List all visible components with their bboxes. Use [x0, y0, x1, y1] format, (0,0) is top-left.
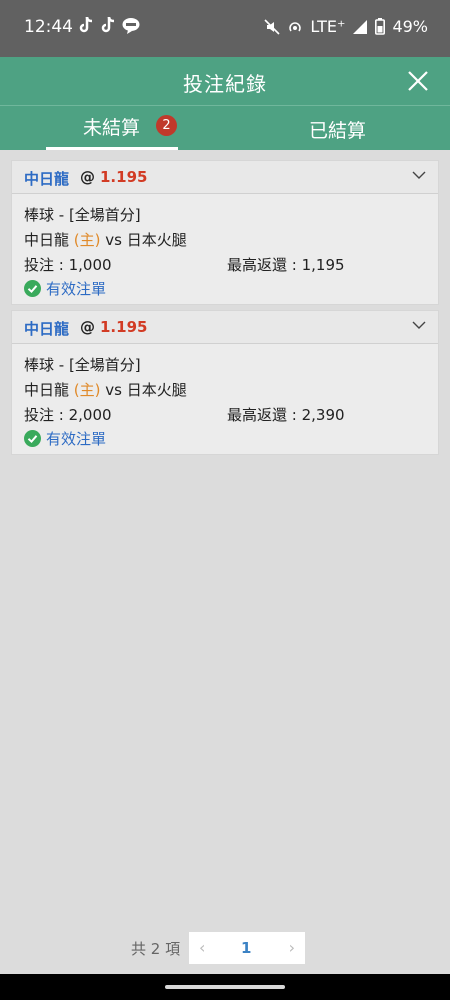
tab-settled-label: 已結算 [309, 120, 367, 142]
bet-status: 有效注單 [24, 428, 106, 449]
bet-match: 中日龍 (主) vs 日本火腿 [24, 379, 187, 400]
away-team: 日本火腿 [126, 381, 187, 399]
status-time: 12:44 [24, 17, 73, 37]
notification-icons [78, 16, 140, 34]
home-tag: (主) [73, 231, 101, 249]
bet-selection: 中日龍 [24, 320, 70, 338]
vs-label: vs [105, 231, 122, 249]
hotspot-icon [289, 21, 302, 31]
home-team: 中日龍 [24, 231, 70, 249]
bet-max-return: 最高返還 : 1,195 [227, 256, 345, 274]
mute-icon [264, 18, 280, 35]
bet-odds: 1.195 [100, 318, 148, 336]
bet-card-header[interactable]: 中日龍 @ 1.195 [12, 311, 438, 344]
home-tag: (主) [73, 381, 101, 399]
home-team: 中日龍 [24, 381, 70, 399]
page-header: 投注紀錄 [0, 57, 450, 105]
page-title: 投注紀錄 [183, 72, 267, 96]
bet-market: 棒球 - [全場首分] [24, 206, 141, 224]
bet-market: 棒球 - [全場首分] [24, 356, 141, 374]
page-selector: ‹ 1 › [189, 932, 305, 964]
tiktok-icon [79, 16, 93, 33]
tab-bar: 未結算 2 已結算 [0, 105, 450, 150]
bet-selection: 中日龍 [24, 170, 70, 188]
signal-icon [353, 19, 368, 34]
at-sign: @ [80, 318, 95, 336]
bet-status-label: 有效注單 [46, 280, 107, 298]
check-circle-icon [24, 280, 41, 297]
close-icon[interactable] [406, 69, 430, 93]
bet-match: 中日龍 (主) vs 日本火腿 [24, 229, 187, 250]
status-bar: 12:44 LTE⁺ 49% [0, 0, 450, 57]
bet-max-return: 最高返還 : 2,390 [227, 406, 345, 424]
vs-label: vs [105, 381, 122, 399]
line-icon [122, 17, 140, 34]
bet-status-label: 有效注單 [46, 430, 107, 448]
bet-card: 中日龍 @ 1.195 棒球 - [全場首分] 中日龍 (主) vs 日本火腿 … [11, 160, 439, 305]
battery-icon [375, 18, 386, 35]
system-nav-bar [0, 974, 450, 1000]
network-type: LTE⁺ [310, 17, 346, 36]
tab-unsettled[interactable]: 未結算 2 [46, 106, 178, 150]
total-count: 共 2 項 [131, 940, 181, 958]
bet-stake: 投注 : 1,000 [24, 256, 112, 274]
bet-odds: 1.195 [100, 168, 148, 186]
count-badge: 2 [156, 115, 177, 136]
chevron-down-icon[interactable] [412, 170, 426, 180]
bet-stake: 投注 : 2,000 [24, 406, 112, 424]
home-gesture-handle[interactable] [165, 985, 285, 989]
current-page[interactable]: 1 [241, 939, 251, 957]
prev-page-button[interactable]: ‹ [199, 938, 205, 957]
status-icons-right: LTE⁺ 49% [264, 17, 428, 36]
bet-status: 有效注單 [24, 278, 106, 299]
bet-card-header[interactable]: 中日龍 @ 1.195 [12, 161, 438, 194]
check-circle-icon [24, 430, 41, 447]
pagination: 共 2 項 ‹ 1 › [0, 932, 450, 964]
next-page-button[interactable]: › [289, 938, 295, 957]
tab-settled[interactable]: 已結算 [270, 106, 406, 150]
bet-card: 中日龍 @ 1.195 棒球 - [全場首分] 中日龍 (主) vs 日本火腿 … [11, 310, 439, 455]
at-sign: @ [80, 168, 95, 186]
tiktok-icon [101, 16, 115, 33]
chevron-down-icon[interactable] [412, 320, 426, 330]
tab-unsettled-label: 未結算 [83, 117, 141, 139]
battery-level: 49% [392, 17, 428, 36]
away-team: 日本火腿 [126, 231, 187, 249]
